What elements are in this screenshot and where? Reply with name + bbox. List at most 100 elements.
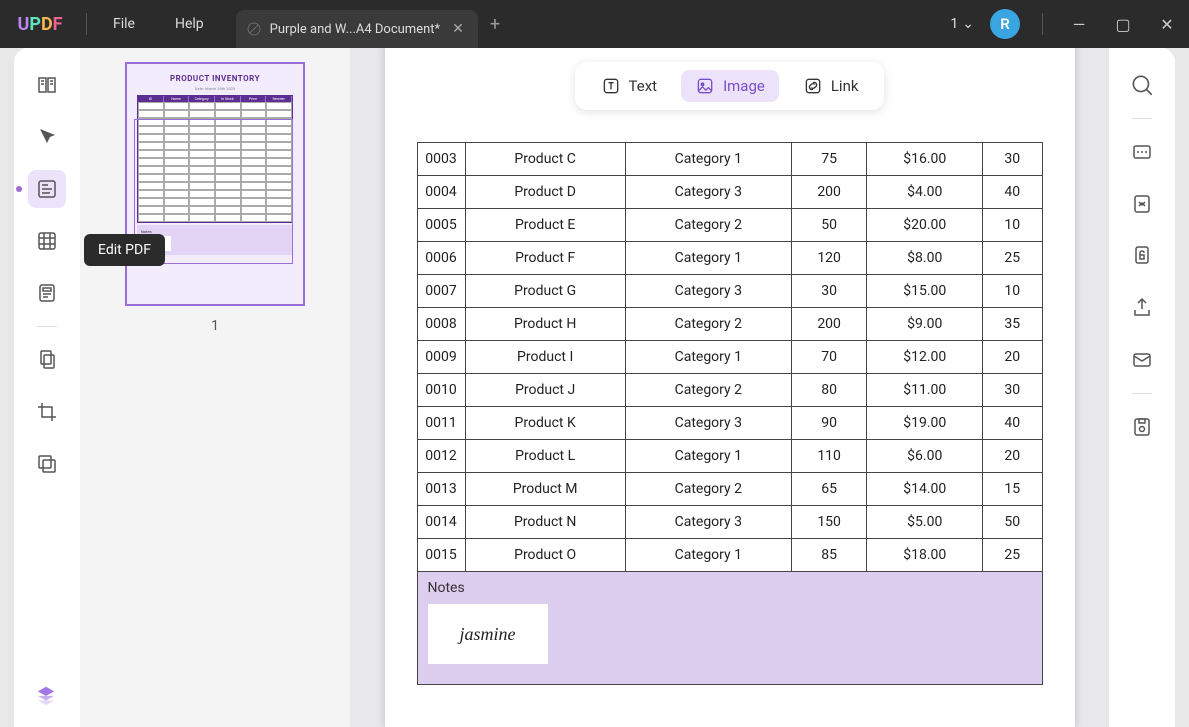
inventory-table: 0003Product CCategory 175$16.00300004Pro…: [417, 142, 1043, 572]
table-row: 0008Product HCategory 2200$9.0035: [417, 308, 1042, 341]
no-edit-icon: [246, 21, 262, 37]
page-tool[interactable]: [28, 222, 66, 260]
save-tool[interactable]: [1123, 408, 1161, 446]
cell-reorder: 25: [983, 242, 1042, 275]
table-row: 0010Product JCategory 280$11.0030: [417, 374, 1042, 407]
cell-reorder: 35: [983, 308, 1042, 341]
cell-cat: Category 2: [625, 473, 791, 506]
cell-cat: Category 2: [625, 308, 791, 341]
cell-qty: 90: [791, 407, 867, 440]
signature-image[interactable]: jasmine: [428, 604, 548, 664]
separator: [1042, 13, 1043, 35]
cell-id: 0012: [417, 440, 465, 473]
thumbnail-page-number: 1: [94, 318, 336, 334]
cell-name: Product D: [465, 176, 625, 209]
text-tool[interactable]: Text: [587, 70, 672, 102]
table-row: 0007Product GCategory 330$15.0010: [417, 275, 1042, 308]
cell-reorder: 30: [983, 374, 1042, 407]
cell-reorder: 10: [983, 275, 1042, 308]
cell-price: $18.00: [867, 539, 983, 572]
ocr-tool[interactable]: [1123, 133, 1161, 171]
cell-name: Product O: [465, 539, 625, 572]
cell-name: Product G: [465, 275, 625, 308]
close-button[interactable]: ✕: [1153, 10, 1181, 38]
cell-price: $6.00: [867, 440, 983, 473]
image-tool[interactable]: Image: [681, 70, 779, 102]
cell-price: $9.00: [867, 308, 983, 341]
cell-cat: Category 1: [625, 341, 791, 374]
separator: [1132, 118, 1152, 119]
cell-price: $15.00: [867, 275, 983, 308]
cell-reorder: 10: [983, 209, 1042, 242]
maximize-button[interactable]: ▢: [1109, 10, 1137, 38]
cell-price: $19.00: [867, 407, 983, 440]
email-tool[interactable]: [1123, 341, 1161, 379]
notes-label: Notes: [428, 580, 1032, 596]
menu-file[interactable]: File: [93, 16, 155, 32]
thumbnail-panel: PRODUCT INVENTORY Date: March 26th 2023 …: [80, 48, 350, 727]
cell-qty: 70: [791, 341, 867, 374]
cell-id: 0009: [417, 341, 465, 374]
tab-title: Purple and W...A4 Document*: [270, 22, 440, 37]
cell-name: Product L: [465, 440, 625, 473]
table-row: 0013Product MCategory 265$14.0015: [417, 473, 1042, 506]
organize-tool[interactable]: [28, 341, 66, 379]
layers-tool[interactable]: [28, 677, 64, 713]
cell-name: Product F: [465, 242, 625, 275]
table-row: 0014Product NCategory 3150$5.0050: [417, 506, 1042, 539]
editor-toolbar: Text Image Link: [575, 62, 885, 110]
cell-id: 0006: [417, 242, 465, 275]
cell-id: 0007: [417, 275, 465, 308]
cell-cat: Category 3: [625, 506, 791, 539]
cell-cat: Category 1: [625, 143, 791, 176]
cell-price: $12.00: [867, 341, 983, 374]
document-tab[interactable]: Purple and W...A4 Document* ✕: [236, 10, 478, 48]
cell-id: 0015: [417, 539, 465, 572]
user-avatar[interactable]: R: [990, 9, 1020, 39]
cell-id: 0013: [417, 473, 465, 506]
cell-price: $8.00: [867, 242, 983, 275]
cell-id: 0003: [417, 143, 465, 176]
protect-tool[interactable]: [1123, 237, 1161, 275]
table-row: 0009Product ICategory 170$12.0020: [417, 341, 1042, 374]
cell-name: Product H: [465, 308, 625, 341]
page-thumbnail[interactable]: PRODUCT INVENTORY Date: March 26th 2023 …: [125, 62, 305, 306]
cell-name: Product K: [465, 407, 625, 440]
cell-id: 0008: [417, 308, 465, 341]
share-tool[interactable]: [1123, 289, 1161, 327]
notification-badge[interactable]: 1 ⌄: [950, 16, 974, 32]
cell-qty: 200: [791, 176, 867, 209]
table-row: 0006Product FCategory 1120$8.0025: [417, 242, 1042, 275]
cell-cat: Category 1: [625, 440, 791, 473]
cell-name: Product C: [465, 143, 625, 176]
tooltip: Edit PDF: [84, 234, 165, 266]
table-row: 0015Product OCategory 185$18.0025: [417, 539, 1042, 572]
minimize-button[interactable]: —: [1065, 10, 1093, 38]
cell-price: $5.00: [867, 506, 983, 539]
reader-tool[interactable]: [28, 66, 66, 104]
cell-name: Product M: [465, 473, 625, 506]
cell-reorder: 15: [983, 473, 1042, 506]
form-tool[interactable]: [28, 274, 66, 312]
table-row: 0003Product CCategory 175$16.0030: [417, 143, 1042, 176]
watermark-tool[interactable]: [28, 445, 66, 483]
cell-reorder: 25: [983, 539, 1042, 572]
cell-price: $4.00: [867, 176, 983, 209]
convert-tool[interactable]: [1123, 185, 1161, 223]
new-tab-button[interactable]: +: [490, 14, 500, 35]
menu-help[interactable]: Help: [155, 16, 224, 32]
cell-cat: Category 2: [625, 209, 791, 242]
link-tool[interactable]: Link: [789, 70, 873, 102]
thumb-date: Date: March 26th 2023: [137, 86, 293, 91]
comment-tool[interactable]: [28, 118, 66, 156]
separator: [37, 326, 57, 327]
search-tool[interactable]: [1123, 66, 1161, 104]
cell-reorder: 50: [983, 506, 1042, 539]
cell-name: Product N: [465, 506, 625, 539]
cell-qty: 200: [791, 308, 867, 341]
left-toolbar: Edit PDF: [14, 48, 80, 727]
document-page[interactable]: 0003Product CCategory 175$16.00300004Pro…: [385, 48, 1075, 727]
tab-close-button[interactable]: ✕: [448, 21, 468, 37]
edit-pdf-tool[interactable]: [28, 170, 66, 208]
crop-tool[interactable]: [28, 393, 66, 431]
